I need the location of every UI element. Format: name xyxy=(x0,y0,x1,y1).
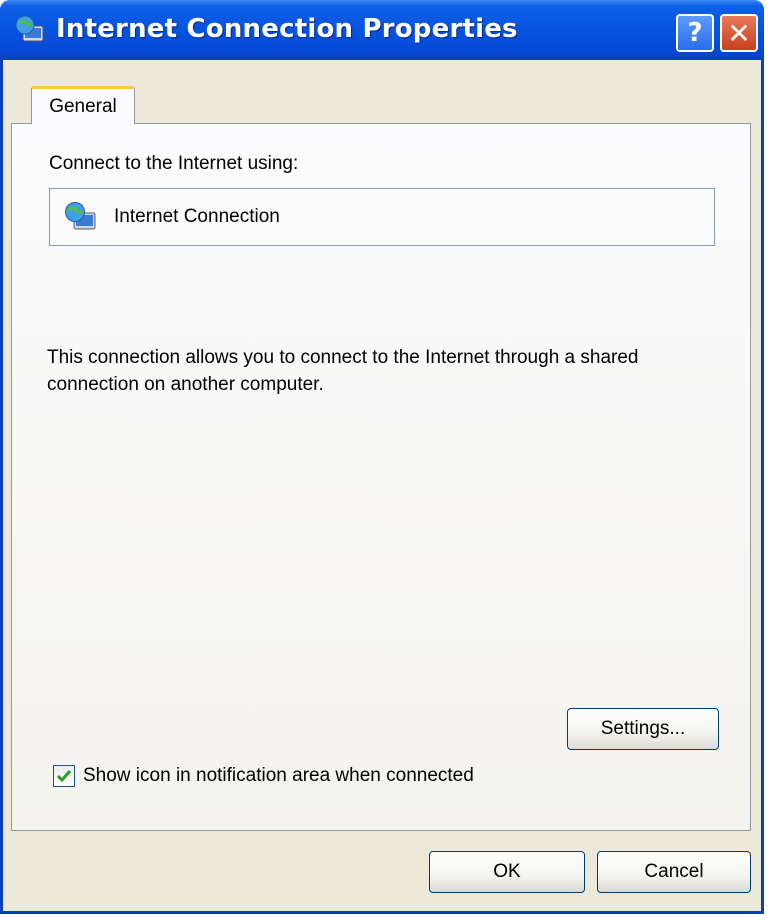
ok-button[interactable]: OK xyxy=(429,851,585,893)
show-icon-option[interactable]: Show icon in notification area when conn… xyxy=(53,762,474,790)
show-icon-label: Show icon in notification area when conn… xyxy=(83,765,474,786)
check-mark-icon xyxy=(56,770,72,783)
help-button[interactable]: ? xyxy=(676,14,714,52)
show-icon-checkbox[interactable] xyxy=(53,765,75,787)
connection-description: This connection allows you to connect to… xyxy=(47,347,639,395)
help-icon: ? xyxy=(687,18,703,48)
cancel-button[interactable]: Cancel xyxy=(597,851,751,893)
network-connection-icon xyxy=(65,202,96,230)
connection-name: Internet Connection xyxy=(114,206,280,227)
tab-general[interactable]: General xyxy=(31,86,135,124)
connect-using-label: Connect to the Internet using: xyxy=(49,153,299,174)
close-button[interactable]: ✕ xyxy=(720,14,758,52)
title-bar[interactable]: Internet Connection Properties ? ✕ xyxy=(0,0,764,60)
dialog-window: Internet Connection Properties ? ✕ Gener… xyxy=(0,0,764,914)
settings-button[interactable]: Settings... xyxy=(567,708,719,750)
dialog-client-area: General Connect to the Internet using: I… xyxy=(3,60,761,911)
close-icon: ✕ xyxy=(727,16,751,50)
network-connection-icon xyxy=(15,15,44,42)
connection-field: Internet Connection xyxy=(49,188,715,246)
window-title: Internet Connection Properties xyxy=(56,14,518,44)
